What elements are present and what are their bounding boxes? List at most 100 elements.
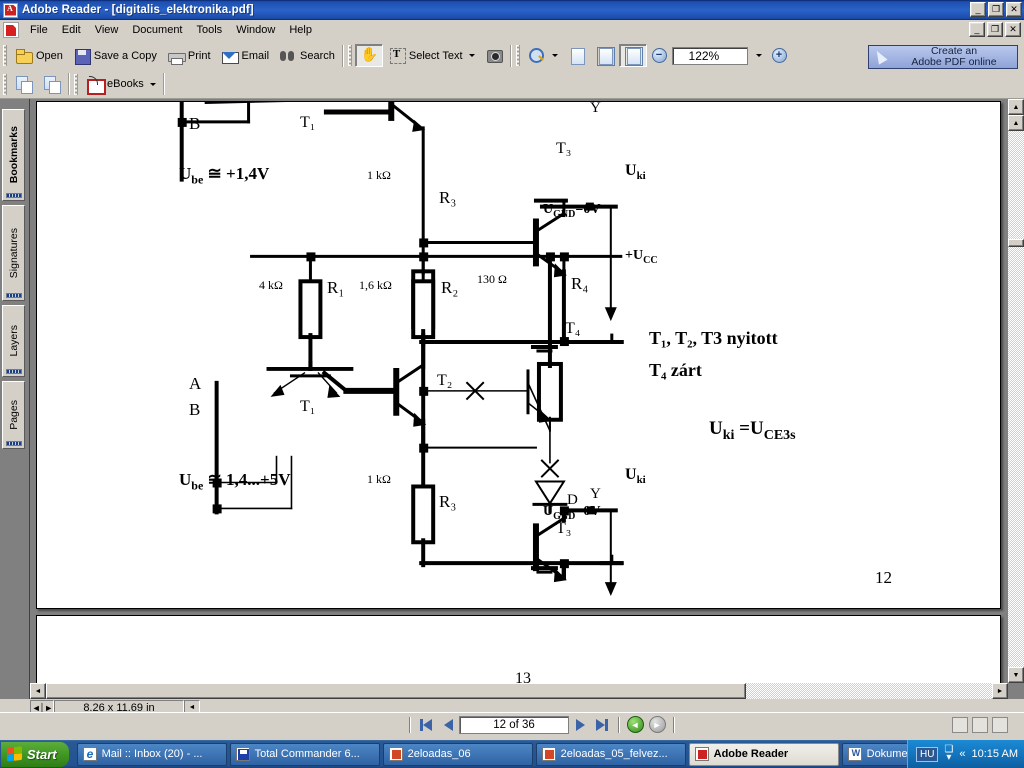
label-r1-value: 4 kΩ [259,278,283,292]
language-indicator[interactable]: HU [915,746,939,762]
menu-tools[interactable]: Tools [190,22,230,38]
fit-width-button[interactable] [618,44,647,67]
mdi-close-button[interactable]: ✕ [1005,22,1021,37]
window-title: Adobe Reader - [digitalis_elektronika.pd… [22,4,254,16]
sidebar-tab-bookmarks[interactable]: Bookmarks [2,109,25,201]
scroll-up-button[interactable]: ▲ [1008,115,1024,131]
maximize-button[interactable]: ❐ [988,2,1004,17]
cursor-arrow-icon [871,47,891,67]
menu-file[interactable]: File [23,22,55,38]
sidebar-tab-layers[interactable]: Layers [2,305,25,377]
vertical-scroll-track[interactable] [1008,131,1024,667]
menu-help[interactable]: Help [282,22,319,38]
ebooks-label: eBooks [107,78,144,90]
toolbar-grip-3[interactable] [515,45,520,66]
select-text-button[interactable]: Select Text [383,44,480,67]
zoom-tool-button[interactable] [523,44,563,67]
nav-separator-2 [618,716,619,733]
horizontal-scroll-thumb[interactable] [46,683,746,699]
next-page-button[interactable] [569,715,591,735]
toolbar-grip-5[interactable] [74,73,78,95]
sidebar-tab-pages[interactable]: Pages [2,381,25,449]
tray-icon-network[interactable]: ❏ ▾ [944,745,953,763]
create-adobe-pdf-online-button[interactable]: Create an Adobe PDF online [868,45,1018,69]
mdi-restore-button[interactable]: ❐ [987,22,1003,37]
vertical-scroll-thumb[interactable] [1008,239,1024,247]
first-page-arrow-icon [423,718,432,731]
close-button[interactable]: ✕ [1006,2,1022,17]
taskbar-item-2eloadas-06[interactable]: 2eloadas_06 [382,742,533,766]
toolbar-grip-2[interactable] [347,45,352,66]
sidebar-tab-signatures[interactable]: Signatures [2,205,25,301]
label-ugnd-top: UGND=0V [543,202,601,220]
plus-circle-icon: + [771,48,787,63]
zoom-in-button[interactable]: + [767,44,792,67]
continuous-layout-button[interactable] [972,716,988,733]
mdi-minimize-button[interactable]: _ [969,22,985,37]
ebooks-button[interactable]: eBooks [81,73,161,96]
go-forward-button[interactable]: ► [646,715,668,735]
scroll-left-button[interactable]: ◄ [30,683,46,699]
menu-view[interactable]: View [88,22,126,38]
label-y-bottom: Y [590,486,601,502]
previous-view-button[interactable] [10,73,38,96]
menu-window[interactable]: Window [229,22,282,38]
snapshot-tool-button[interactable] [480,44,508,67]
page-number-input[interactable]: 12 of 36 [459,715,569,734]
scroll-up-page-button[interactable]: ▲ [1008,99,1024,115]
taskbar-item-2eloadas-05[interactable]: 2eloadas_05_felvez... [535,742,686,766]
create-pdf-line2: Adobe PDF online [911,56,997,68]
scroll-right-button[interactable]: ► [992,683,1008,699]
start-button[interactable]: Start [1,741,69,767]
email-label: Email [241,49,270,62]
toolbar-grip-4[interactable] [3,73,7,95]
last-page-button[interactable] [591,715,613,735]
mdi-window-controls: _ ❐ ✕ [969,22,1021,37]
zoom-dropdown-button[interactable] [748,44,767,67]
horizontal-scrollbar[interactable]: ◄ ► [30,683,1008,699]
hand-tool-button[interactable] [354,44,383,67]
taskbar-item-mail[interactable]: Mail :: Inbox (20) - ... [76,742,227,766]
fit-page-button[interactable] [591,44,619,67]
horizontal-scroll-track[interactable] [46,683,992,699]
single-page-layout-button[interactable] [952,716,968,733]
chevron-down-icon[interactable] [468,54,475,57]
actual-size-button[interactable] [563,44,591,67]
label-r1: R₁ [327,278,345,297]
search-button[interactable]: Search [274,44,340,67]
system-clock[interactable]: 10:15 AM [972,748,1018,760]
toolbar-separator-2 [509,44,511,67]
zoom-chevron-down-icon[interactable] [551,54,558,57]
windows-taskbar: Start Mail :: Inbox (20) - ... Total Com… [0,740,1024,768]
page-fit-width-icon [624,47,643,66]
note-t4-closed: T₄ zárt [649,360,702,380]
save-a-copy-button[interactable]: Save a Copy [68,44,162,67]
vertical-scrollbar[interactable]: ▲ ▲ ▼ [1008,99,1024,683]
taskbar-item-adobe-reader[interactable]: Adobe Reader [688,742,839,766]
pages-tab-grip-icon [6,441,22,446]
label-t3-bottom: T₃ [556,520,572,537]
scroll-down-button[interactable]: ▼ [1008,667,1024,683]
print-button[interactable]: Print [162,44,216,67]
label-r3-value-bottom: 1 kΩ [367,472,391,486]
open-button[interactable]: Open [10,44,68,67]
menu-edit[interactable]: Edit [55,22,88,38]
go-back-button[interactable]: ◄ [624,715,646,735]
label-t1-bottom: T₁ [300,398,316,415]
facing-layout-button[interactable] [992,716,1008,733]
minimize-button[interactable]: _ [970,2,986,17]
taskbar-item-total-commander[interactable]: Total Commander 6... [229,742,380,766]
zoom-out-button[interactable]: − [647,44,672,67]
window-controls: _ ❐ ✕ [970,2,1022,17]
email-button[interactable]: Email [216,44,275,67]
document-viewport[interactable]: B T₁ T₃ Y R₃ 1 kΩ Uki UGND=0V Ube ≅ +1,4… [30,99,1024,699]
menu-document[interactable]: Document [125,22,189,38]
first-page-button[interactable] [415,715,437,735]
next-view-button[interactable] [38,73,66,96]
zoom-level-input[interactable]: 122% [671,46,748,65]
previous-page-button[interactable] [437,715,459,735]
toolbar-grip[interactable] [3,45,7,66]
ebooks-chevron-down-icon[interactable] [149,82,156,86]
tray-expand-button[interactable]: « [959,748,965,760]
zoom-level-chevron-down-icon[interactable] [755,54,762,57]
